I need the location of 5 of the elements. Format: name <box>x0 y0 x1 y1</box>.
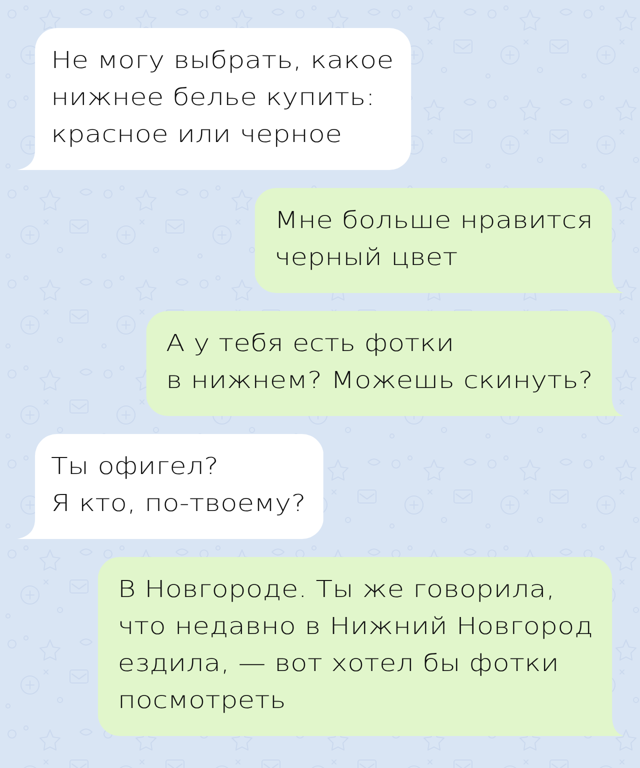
message-text: Не могу выбрать, какое нижнее белье купить: красное или черное <box>51 46 394 150</box>
message-text: В Новгороде. Ты же говорила, что недавно в Нижний Новгород ездила, — вот хотел бы фотки посмотреть <box>118 575 593 716</box>
message-text: Мне больше нравится черный цвет <box>274 206 593 273</box>
message-text: А у тебя есть фотки в нижнем? Можешь скинуть? <box>166 329 593 396</box>
message-text: Ты офигел? Я кто, по-твоему? <box>51 452 306 519</box>
